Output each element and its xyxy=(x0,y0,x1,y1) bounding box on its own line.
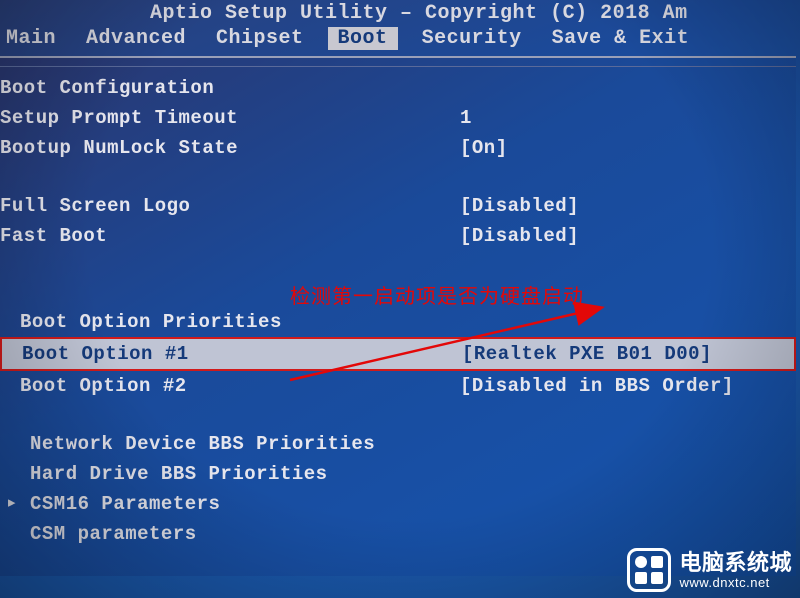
watermark-title: 电脑系统城 xyxy=(679,551,792,575)
label-fast-boot: Fast Boot xyxy=(0,222,460,250)
tab-security[interactable]: Security xyxy=(416,27,528,50)
label-fullscreen-logo: Full Screen Logo xyxy=(0,192,460,220)
row-csm16[interactable]: ▸ CSM16 Parameters xyxy=(0,489,796,519)
row-csm[interactable]: CSM parameters xyxy=(0,519,796,549)
tab-advanced[interactable]: Advanced xyxy=(80,27,192,50)
label-csm16: CSM16 Parameters xyxy=(0,490,460,518)
row-network-bbs[interactable]: Network Device BBS Priorities xyxy=(0,429,796,459)
value-fullscreen-logo: [Disabled] xyxy=(460,192,579,220)
value-numlock: [On] xyxy=(460,134,508,162)
label-setup-prompt: Setup Prompt Timeout xyxy=(0,104,460,132)
watermark-url: www.dnxtc.net xyxy=(679,575,792,590)
row-fast-boot[interactable]: Fast Boot [Disabled] xyxy=(0,221,796,251)
row-setup-prompt[interactable]: Setup Prompt Timeout 1 xyxy=(0,103,796,133)
annotation-arrow-icon xyxy=(280,300,620,390)
section-boot-config: Boot Configuration xyxy=(0,74,460,102)
bios-title: Aptio Setup Utility – Copyright (C) 2018… xyxy=(0,0,800,27)
watermark-logo-icon xyxy=(627,548,671,592)
menu-bar: Main Advanced Chipset Boot Security Save… xyxy=(0,27,800,50)
row-fullscreen-logo[interactable]: Full Screen Logo [Disabled] xyxy=(0,191,796,221)
label-numlock: Bootup NumLock State xyxy=(0,134,460,162)
tab-boot[interactable]: Boot xyxy=(328,27,398,50)
value-setup-prompt: 1 xyxy=(460,104,472,132)
label-csm: CSM parameters xyxy=(0,520,460,548)
submenu-arrow-icon: ▸ xyxy=(6,489,18,517)
row-hdd-bbs[interactable]: Hard Drive BBS Priorities xyxy=(0,459,796,489)
tab-save-exit[interactable]: Save & Exit xyxy=(546,27,696,50)
tab-main[interactable]: Main xyxy=(0,27,62,50)
label-network-bbs: Network Device BBS Priorities xyxy=(0,430,460,458)
watermark: 电脑系统城 www.dnxtc.net xyxy=(627,548,792,592)
label-hdd-bbs: Hard Drive BBS Priorities xyxy=(0,460,460,488)
tab-chipset[interactable]: Chipset xyxy=(210,27,310,50)
row-numlock[interactable]: Bootup NumLock State [On] xyxy=(0,133,796,163)
value-fast-boot: [Disabled] xyxy=(460,222,579,250)
